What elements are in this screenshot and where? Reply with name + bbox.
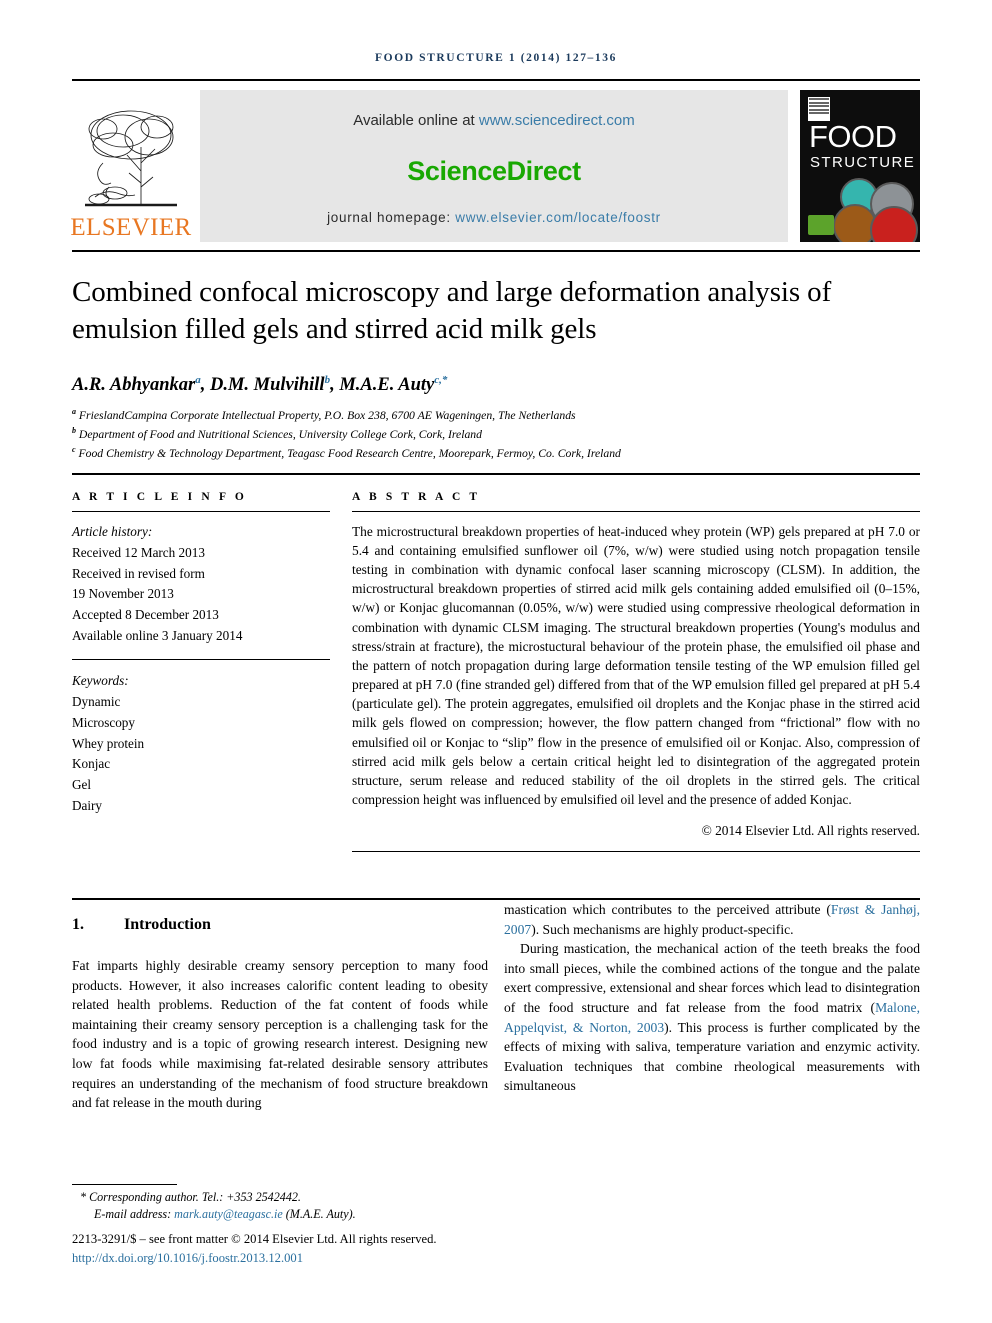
section-title: Introduction xyxy=(124,916,211,934)
affiliation-text-c: Food Chemistry & Technology Department, … xyxy=(78,446,621,460)
abstract-copyright: © 2014 Elsevier Ltd. All rights reserved… xyxy=(701,823,920,839)
author-list: A.R. Abhyankara, D.M. Mulvihillb, M.A.E.… xyxy=(72,373,448,395)
keyword-item: Gel xyxy=(72,777,92,793)
info-abstract-block: A R T I C L E I N F O Article history: R… xyxy=(72,490,920,853)
email-owner: (M.A.E. Auty). xyxy=(282,1207,356,1222)
affiliation-a: a FrieslandCampina Corporate Intellectua… xyxy=(72,406,920,425)
cover-badge-icon xyxy=(808,97,830,121)
elsevier-logo: ELSEVIER xyxy=(70,90,192,242)
masthead-rule xyxy=(72,250,920,252)
column-gutter xyxy=(330,491,352,852)
article-info-rule xyxy=(72,510,330,512)
affiliation-b: b Department of Food and Nutritional Sci… xyxy=(72,425,920,444)
sciencedirect-url-link[interactable]: www.sciencedirect.com xyxy=(479,112,635,129)
paragraph-text-before-citation: During mastication, the mechanical actio… xyxy=(504,941,920,1016)
available-online-line: Available online at www.sciencedirect.co… xyxy=(353,112,635,129)
author-affil-mark-1: a xyxy=(195,373,201,386)
keyword-item: Microscopy xyxy=(72,714,135,730)
running-head: FOOD STRUCTURE 1 (2014) 127–136 xyxy=(375,52,617,64)
author-name-1: A.R. Abhyankar xyxy=(72,374,196,395)
affiliation-list: a FrieslandCampina Corporate Intellectua… xyxy=(72,406,920,463)
cover-foot-logo-icon xyxy=(808,215,834,235)
article-history-item: Received 12 March 2013 xyxy=(72,544,205,560)
paragraph-text-before-citation: mastication which contributes to the per… xyxy=(504,902,831,918)
page-footnote: * Corresponding author. Tel.: +353 25424… xyxy=(72,1184,488,1267)
article-history-item: Accepted 8 December 2013 xyxy=(72,607,219,623)
affiliation-mark-b: b xyxy=(72,425,76,435)
footnote-rule xyxy=(72,1184,177,1185)
section-heading: 1. Introduction xyxy=(72,916,488,934)
journal-cover-image: FOOD STRUCTURE xyxy=(800,90,920,242)
cover-title-food: FOOD xyxy=(809,119,897,154)
article-history-item: 19 November 2013 xyxy=(72,586,174,602)
journal-homepage-link[interactable]: www.elsevier.com/locate/foostr xyxy=(455,210,661,225)
keywords-rule xyxy=(72,659,330,661)
email-label: E-mail address: xyxy=(94,1207,175,1222)
keywords-label: Keywords: xyxy=(72,673,129,689)
sciencedirect-logo[interactable]: ScienceDirect xyxy=(407,156,581,187)
body-paragraph: Fat imparts highly desirable creamy sens… xyxy=(72,958,488,1111)
elsevier-tree-icon xyxy=(85,110,177,207)
keyword-item: Dynamic xyxy=(72,693,121,709)
abstract-rule xyxy=(352,510,920,512)
keyword-item: Konjac xyxy=(72,756,111,772)
abstract-text: The microstructural breakdown properties… xyxy=(352,523,920,808)
paragraph-text-after-citation: ). Such mechanisms are highly product-sp… xyxy=(531,921,794,937)
journal-article-page: FOOD STRUCTURE 1 (2014) 127–136 ELSEVIER… xyxy=(0,0,992,1323)
journal-homepage-line: journal homepage: www.elsevier.com/locat… xyxy=(327,210,661,225)
available-online-prefix: Available online at xyxy=(353,112,479,129)
body-left-column: 1. Introduction Fat imparts highly desir… xyxy=(72,900,488,1113)
body-gutter xyxy=(488,900,504,1113)
email-note: E-mail address: mark.auty@teagasc.ie (M.… xyxy=(72,1206,488,1223)
body-paragraph: During mastication, the mechanical actio… xyxy=(504,939,920,1096)
article-history-item: Received in revised form xyxy=(72,565,205,581)
section-number: 1. xyxy=(72,916,84,934)
author-name-3: M.A.E. Auty xyxy=(339,374,435,395)
abstract-heading: A B S T R A C T xyxy=(352,490,481,503)
corresponding-author-note: * Corresponding author. Tel.: +353 25424… xyxy=(80,1190,301,1204)
body-paragraph: mastication which contributes to the per… xyxy=(504,900,920,939)
article-info-heading: A R T I C L E I N F O xyxy=(72,490,247,503)
abstract-column: A B S T R A C T The microstructural brea… xyxy=(352,490,920,853)
author-affil-mark-3: c,* xyxy=(434,373,448,386)
author-name-2: D.M. Mulvihill xyxy=(209,374,325,395)
affiliation-text-a: FrieslandCampina Corporate Intellectual … xyxy=(78,408,576,422)
sciencedirect-band: Available online at www.sciencedirect.co… xyxy=(200,90,788,242)
affiliation-rule xyxy=(72,472,920,475)
journal-homepage-prefix: journal homepage: xyxy=(327,210,456,225)
affiliation-text-b: Department of Food and Nutritional Scien… xyxy=(78,427,482,441)
article-history-label: Article history: xyxy=(72,523,153,539)
affiliation-c: c Food Chemistry & Technology Department… xyxy=(72,444,920,463)
article-info-column: A R T I C L E I N F O Article history: R… xyxy=(72,491,330,852)
email-link[interactable]: mark.auty@teagasc.ie xyxy=(174,1207,283,1221)
body-right-column: mastication which contributes to the per… xyxy=(504,900,920,1113)
abstract-end-rule xyxy=(352,851,920,853)
front-matter-line: 2213-3291/$ – see front matter © 2014 El… xyxy=(72,1232,437,1247)
body-columns: 1. Introduction Fat imparts highly desir… xyxy=(72,900,920,1113)
keyword-item: Whey protein xyxy=(72,735,145,751)
doi-link[interactable]: http://dx.doi.org/10.1016/j.foostr.2013.… xyxy=(72,1249,488,1267)
article-history-item: Available online 3 January 2014 xyxy=(72,628,243,644)
masthead: ELSEVIER Available online at www.science… xyxy=(70,90,920,242)
author-affil-mark-2: b xyxy=(324,373,331,386)
cover-title-structure: STRUCTURE xyxy=(810,154,916,171)
top-rule xyxy=(72,79,920,81)
page-title: Combined confocal microscopy and large d… xyxy=(72,276,832,345)
elsevier-wordmark: ELSEVIER xyxy=(70,214,192,241)
affiliation-mark-a: a xyxy=(72,406,76,416)
affiliation-mark-c: c xyxy=(72,444,76,454)
keyword-item: Dairy xyxy=(72,798,103,814)
